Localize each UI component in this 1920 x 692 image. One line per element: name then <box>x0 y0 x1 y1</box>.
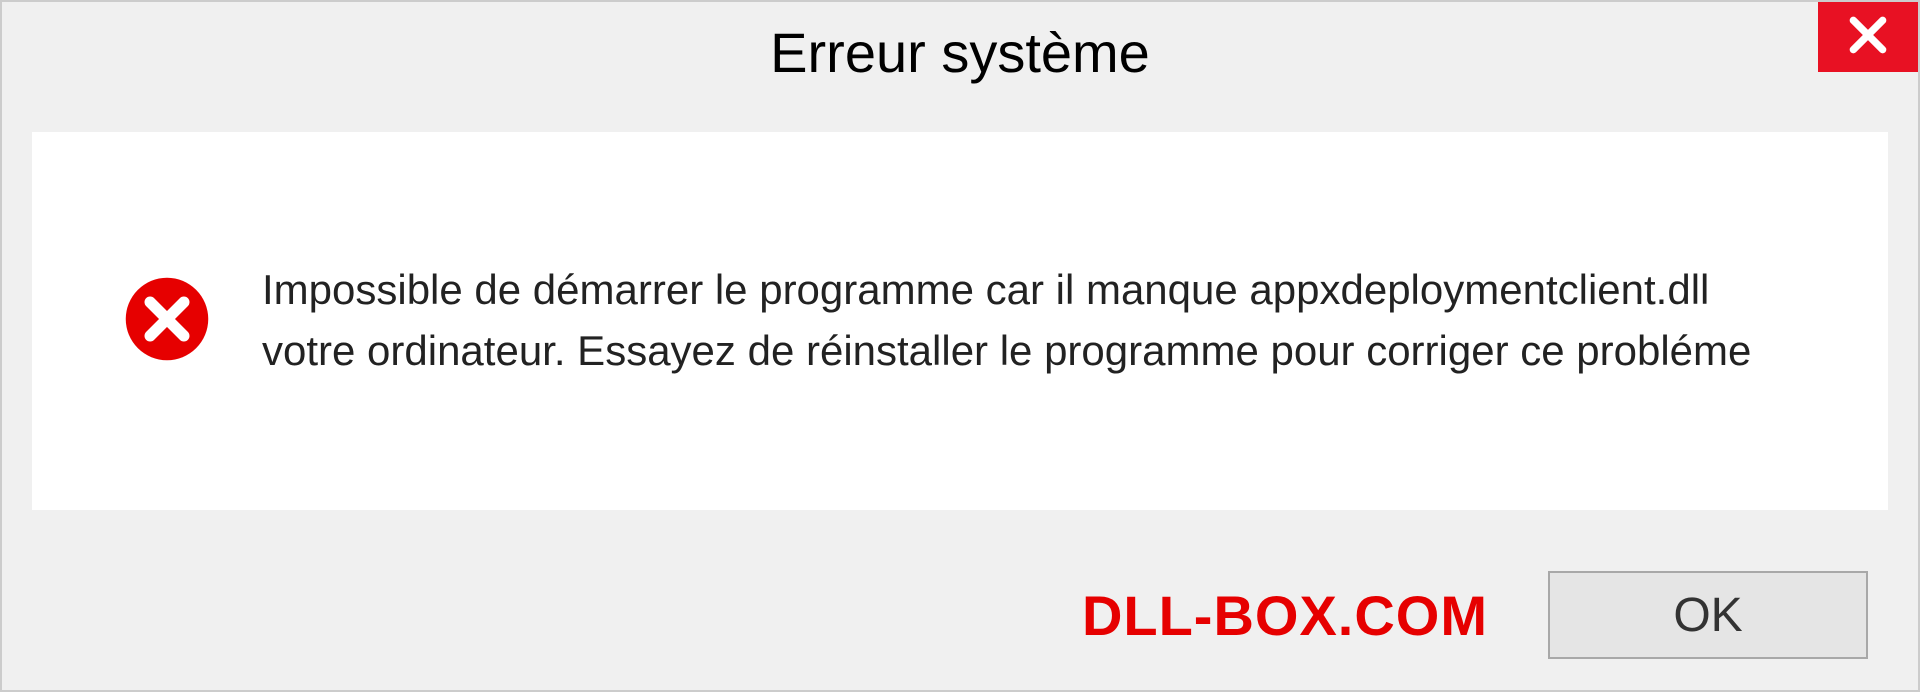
content-area: Impossible de démarrer le programme car … <box>2 102 1918 540</box>
close-icon <box>1846 13 1890 62</box>
close-button[interactable] <box>1818 2 1918 72</box>
error-icon <box>122 274 212 369</box>
ok-button[interactable]: OK <box>1548 571 1868 659</box>
footer: DLL-BOX.COM OK <box>2 540 1918 690</box>
brand-label: DLL-BOX.COM <box>1082 583 1488 648</box>
error-dialog: Erreur système Impossible de démarrer le… <box>0 0 1920 692</box>
error-message: Impossible de démarrer le programme car … <box>262 260 1798 382</box>
titlebar: Erreur système <box>2 2 1918 102</box>
message-panel: Impossible de démarrer le programme car … <box>32 132 1888 510</box>
dialog-title: Erreur système <box>770 20 1150 85</box>
